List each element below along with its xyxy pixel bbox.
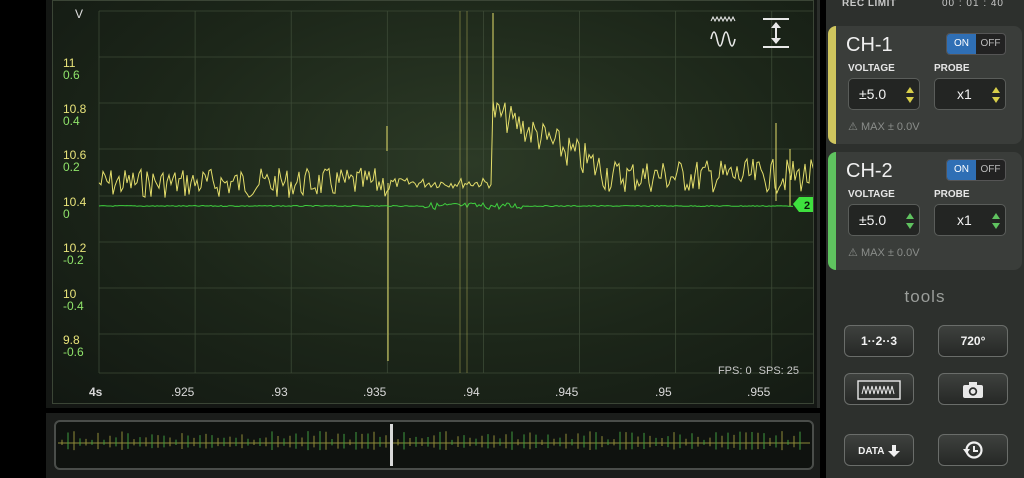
probe-value: x1	[957, 212, 972, 228]
channel-1-max: ⚠ MAX ± 0.0V	[848, 120, 920, 133]
data-export-button[interactable]: DATA	[844, 434, 914, 466]
svg-text:2: 2	[804, 200, 810, 212]
ch2-waveform	[98, 201, 794, 211]
y2-tick-label: 0	[63, 207, 70, 221]
timeline-position-cursor[interactable]	[390, 424, 393, 466]
spinner-icon	[906, 87, 914, 103]
x-tick-label: .925	[171, 385, 195, 399]
channel-1-card: CH-1 ON OFF VOLTAGE PROBE ±5.0 x1 ⚠ MAX …	[828, 26, 1022, 144]
channel-1-name: CH-1	[846, 34, 893, 56]
warning-icon: ⚠	[848, 121, 858, 133]
max-text: MAX ± 0.0V	[860, 247, 920, 259]
history-icon	[963, 441, 983, 459]
timeline-overview[interactable]	[54, 420, 814, 470]
timeline-waveform[interactable]	[56, 422, 812, 468]
voltage-value: ±5.0	[859, 86, 887, 102]
y2-tick-label: -0.4	[63, 299, 84, 313]
screenshot-button[interactable]	[938, 373, 1008, 405]
max-text: MAX ± 0.0V	[860, 121, 920, 133]
x-tick-label: .955	[747, 385, 771, 399]
x-tick-label: .945	[555, 385, 579, 399]
channel-2-off[interactable]: OFF	[976, 160, 1005, 180]
channel-2-voltage-select[interactable]: ±5.0	[848, 204, 920, 236]
y2-tick-label: 0.6	[63, 68, 80, 82]
unit-label: V	[75, 7, 84, 21]
timeline-strip	[46, 413, 820, 478]
voltage-label: VOLTAGE	[848, 63, 895, 74]
probe-label: PROBE	[934, 189, 970, 200]
channel-1-off[interactable]: OFF	[976, 34, 1005, 54]
channel-2-max: ⚠ MAX ± 0.0V	[848, 246, 920, 259]
x-tick-label: .93	[271, 385, 288, 399]
channel-1-toggle[interactable]: ON OFF	[946, 33, 1006, 55]
channel-1-on[interactable]: ON	[947, 34, 976, 54]
history-button[interactable]	[938, 434, 1008, 466]
data-label: DATA	[858, 446, 885, 457]
rec-limit-label: REC LIMIT	[842, 0, 897, 9]
channel-2-on[interactable]: ON	[947, 160, 976, 180]
y2-tick-label: -0.6	[63, 345, 84, 359]
spinner-icon	[992, 87, 1000, 103]
wave-pattern-icon[interactable]	[709, 15, 739, 49]
channel-2-toggle[interactable]: ON OFF	[946, 159, 1006, 181]
tools-title: tools	[904, 287, 946, 306]
y2-tick-label: 0.4	[63, 114, 80, 128]
voltage-label: VOLTAGE	[848, 189, 895, 200]
rotate-button[interactable]: 720°	[938, 325, 1008, 357]
x-tick-label: .935	[363, 385, 387, 399]
spinner-icon	[992, 213, 1000, 229]
spinner-icon	[906, 213, 914, 229]
channel-1-voltage-select[interactable]: ±5.0	[848, 78, 920, 110]
ch2-level-marker[interactable]: 2	[793, 197, 814, 212]
probe-label: PROBE	[934, 63, 970, 74]
waveform-mode-button[interactable]	[844, 373, 914, 405]
y2-tick-label: 0.2	[63, 160, 80, 174]
scope-frame: 2 V 11 0.6 10.8 0.4 10.6 0.2 10.4 0 10.2…	[46, 0, 820, 408]
ch1-waveform	[98, 13, 813, 361]
x-tick-label: .94	[463, 385, 480, 399]
channel-1-probe-select[interactable]: x1	[934, 78, 1006, 110]
voltage-value: ±5.0	[859, 212, 887, 228]
probe-value: x1	[957, 86, 972, 102]
rec-time-readout: 00 : 01 : 40	[941, 0, 1004, 9]
warning-icon: ⚠	[848, 247, 858, 259]
waveform-plot[interactable]: 2	[53, 1, 814, 404]
channel-2-card: CH-2 ON OFF VOLTAGE PROBE ±5.0 x1 ⚠ MAX …	[828, 152, 1022, 270]
channels-button[interactable]: 1··2··3	[844, 325, 914, 357]
control-panel: REC LIMIT 00 : 01 : 40 CH-1 ON OFF VOLTA…	[826, 0, 1024, 478]
download-icon	[887, 444, 900, 457]
x-tick-label: 4s	[89, 385, 103, 399]
fps-readout: FPS: 0 SPS: 25	[718, 365, 799, 377]
expand-vertical-icon[interactable]	[761, 17, 791, 49]
channel-2-name: CH-2	[846, 160, 893, 182]
channel-2-probe-select[interactable]: x1	[934, 204, 1006, 236]
sps-text: SPS: 25	[758, 365, 799, 377]
scope-screen[interactable]: 2 V 11 0.6 10.8 0.4 10.6 0.2 10.4 0 10.2…	[52, 0, 814, 404]
x-tick-label: .95	[655, 385, 672, 399]
fps-text: FPS: 0	[717, 365, 752, 377]
oscilloscope-app: 2 V 11 0.6 10.8 0.4 10.6 0.2 10.4 0 10.2…	[0, 0, 1024, 478]
y2-tick-label: -0.2	[63, 253, 84, 267]
square-wave-icon	[857, 380, 901, 400]
camera-icon	[963, 382, 983, 398]
